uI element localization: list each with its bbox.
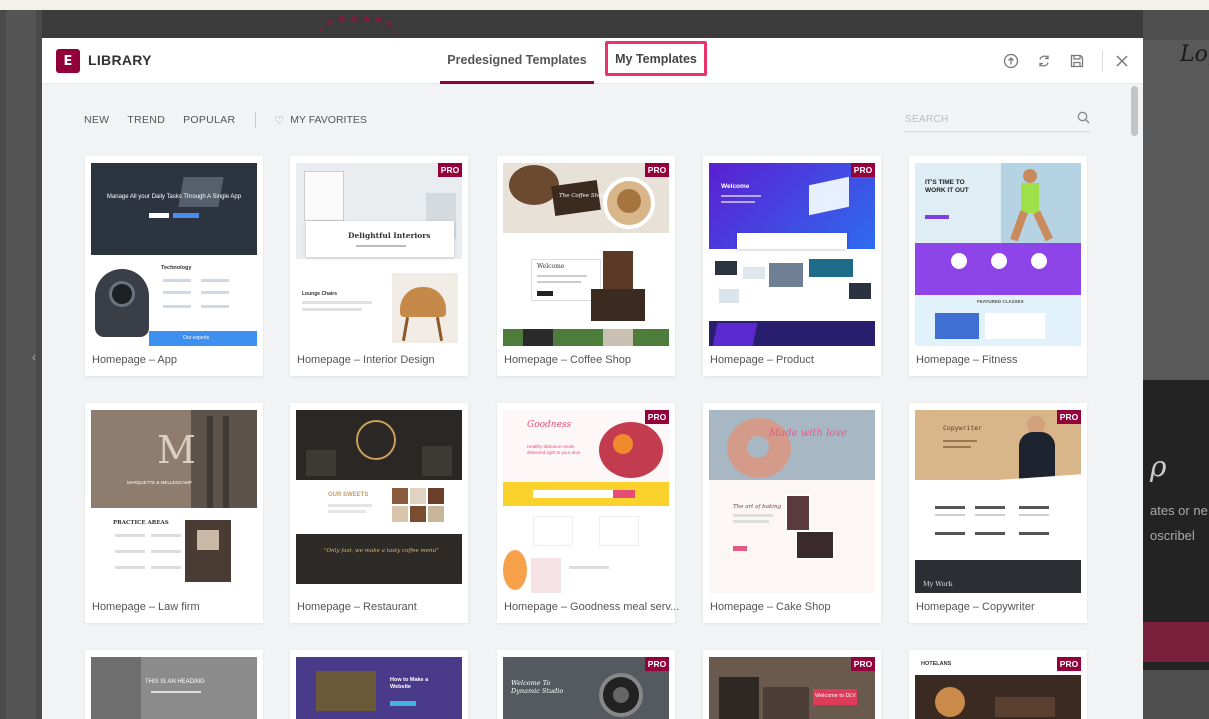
pro-badge: PRO [645,410,669,424]
template-thumbnail: Made with love The art of baking [709,410,875,593]
template-card-app[interactable]: Manage All your Daily Tasks Through A Si… [85,156,263,376]
template-name: Homepage – Law firm [92,601,200,613]
template-card-law-firm[interactable]: M MARQUETTE & MELLENCAMP PRACTICE AREAS … [85,403,263,623]
favorites-label: MY FAVORITES [290,114,367,126]
background-text-1: ates or ne [1150,503,1208,518]
template-card-interior-design[interactable]: Delightful Interiors Lounge Chairs PRO H… [290,156,468,376]
template-card-heading[interactable]: THIS IS AN HEADING [85,650,263,719]
template-card-fitness[interactable]: IT'S TIME TO WORK IT OUT FEATURED CLASSE… [909,156,1087,376]
filter-my-favorites[interactable]: ♡ MY FAVORITES [274,114,367,127]
template-card-goodness[interactable]: Goodness Healthy delicious meals deliver… [497,403,679,623]
tab-predesigned-templates[interactable]: Predesigned Templates [440,38,594,84]
pro-badge: PRO [645,163,669,177]
template-thumbnail: How to Make a Website [296,657,462,719]
upload-icon[interactable] [1000,50,1022,72]
background-page-top [0,0,1209,10]
template-card-dynamic-studio[interactable]: Welcome To Dynamic Studio PRO [497,650,675,719]
pro-badge: PRO [1057,410,1081,424]
template-thumbnail: HOTELANS PRO [915,657,1081,719]
header-divider [1102,50,1103,72]
filter-bar: NEW TREND POPULAR ♡ MY FAVORITES [84,112,367,128]
close-icon[interactable] [1111,50,1133,72]
template-name: Homepage – Goodness meal serv... [504,601,680,613]
modal-header: E LIBRARY Predesigned Templates My Templ… [42,38,1143,84]
pro-badge: PRO [851,163,875,177]
filter-trend[interactable]: TREND [127,114,165,126]
template-name: Homepage – App [92,354,178,366]
template-thumbnail: Goodness Healthy delicious meals deliver… [503,410,669,593]
search-icon [1077,111,1090,127]
pro-badge: PRO [851,657,875,671]
template-card-hotel[interactable]: HOTELANS PRO [909,650,1087,719]
filter-popular[interactable]: POPULAR [183,114,235,126]
background-script-letter: ρ [1150,450,1167,483]
filter-new[interactable]: NEW [84,114,109,126]
template-name: Homepage – Cake Shop [710,601,831,613]
template-card-restaurant[interactable]: OUR SWEETS "Only fast, we make a tasty c… [290,403,468,623]
template-thumbnail: Copywriter My Work PRO [915,410,1081,593]
template-thumbnail: THIS IS AN HEADING [91,657,257,719]
template-card-website[interactable]: How to Make a Website [290,650,468,719]
pro-badge: PRO [438,163,462,177]
template-card-product[interactable]: Welcome PRO Homepage – Product [703,156,881,376]
filter-divider [255,112,257,128]
sync-icon[interactable] [1033,50,1055,72]
scrollbar-thumb[interactable] [1131,86,1138,136]
template-card-coffee-shop[interactable]: The Coffee Shop Welcome PRO Homepage – C… [497,156,675,376]
heart-icon: ♡ [274,114,285,127]
background-page-right [1143,10,1209,719]
background-decoration [318,16,398,40]
template-thumbnail: Manage All your Daily Tasks Through A Si… [91,163,257,346]
template-name: Homepage – Interior Design [297,354,435,366]
pro-badge: PRO [1057,657,1081,671]
background-arrow-icon: ‹ [32,350,36,364]
template-thumbnail: Welcome to DLV PRO [709,657,875,719]
template-card-cake-shop[interactable]: Made with love The art of baking Homepag… [703,403,881,623]
template-thumbnail: IT'S TIME TO WORK IT OUT FEATURED CLASSE… [915,163,1081,346]
template-name: Homepage – Fitness [916,354,1018,366]
template-thumbnail: Welcome PRO [709,163,875,346]
template-thumbnail: The Coffee Shop Welcome PRO [503,163,669,346]
template-thumbnail: Delightful Interiors Lounge Chairs PRO [296,163,462,346]
search-placeholder: SEARCH [905,114,949,125]
template-thumbnail: OUR SWEETS "Only fast, we make a tasty c… [296,410,462,593]
template-name: Homepage – Coffee Shop [504,354,631,366]
library-modal: E LIBRARY Predesigned Templates My Templ… [42,38,1143,719]
template-name: Homepage – Product [710,354,814,366]
template-name: Homepage – Copywriter [916,601,1035,613]
template-thumbnail: M MARQUETTE & MELLENCAMP PRACTICE AREAS [91,410,257,593]
elementor-logo-icon: E [56,49,80,73]
pro-badge: PRO [645,657,669,671]
template-name: Homepage – Restaurant [297,601,417,613]
background-logo: Log [1180,42,1209,67]
search-input[interactable]: SEARCH [904,108,1090,132]
scrollbar-track[interactable] [1129,84,1143,719]
template-card-dlv[interactable]: Welcome to DLV PRO [703,650,881,719]
tab-my-templates[interactable]: My Templates [605,41,707,76]
save-icon[interactable] [1066,50,1088,72]
library-title: LIBRARY [88,52,152,68]
background-text-2: oscribel [1150,528,1195,543]
template-thumbnail: Welcome To Dynamic Studio PRO [503,657,669,719]
background-page-left [0,10,42,719]
template-card-copywriter[interactable]: Copywriter My Work PRO Homepage – Copywr… [909,403,1087,623]
